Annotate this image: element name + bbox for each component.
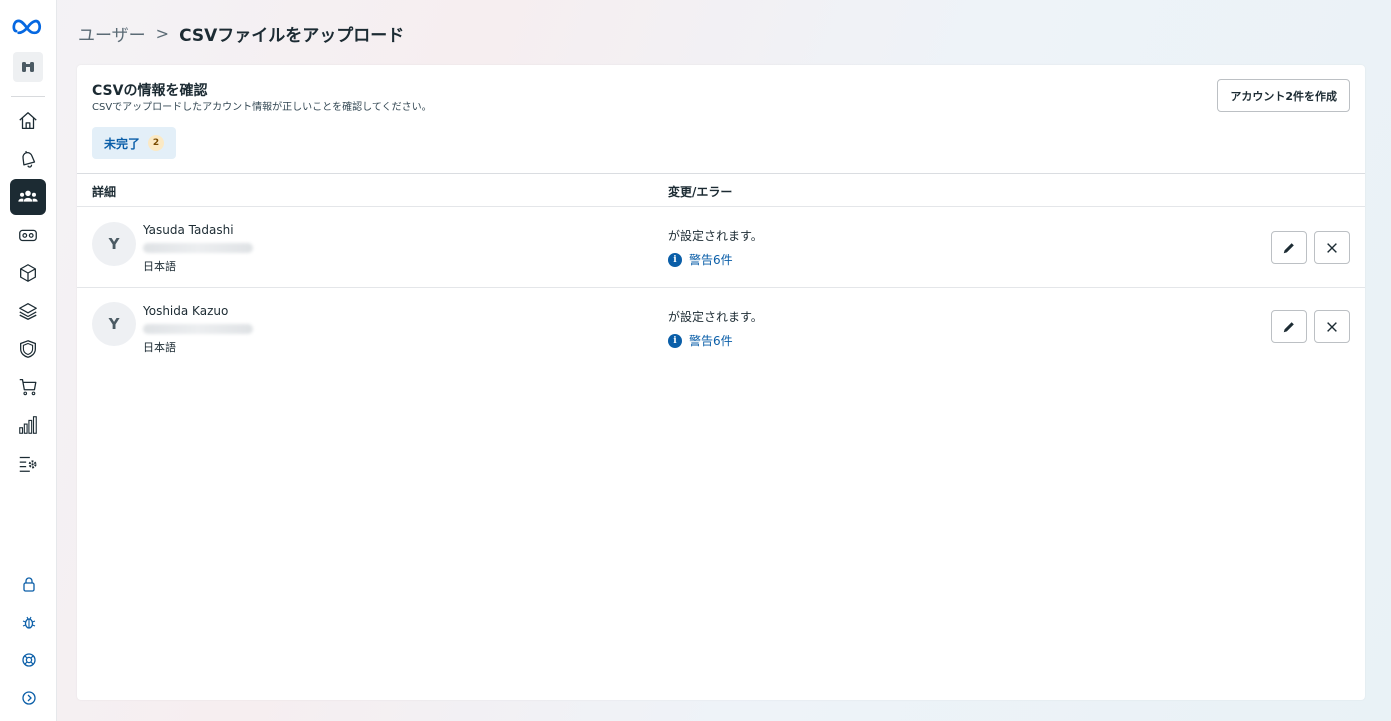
info-icon: i (668, 252, 682, 267)
nav-users[interactable] (10, 179, 46, 215)
create-accounts-button[interactable]: アカウント2件を作成 (1217, 79, 1350, 112)
expand-chevron-icon (21, 691, 36, 705)
pencil-icon (1283, 242, 1294, 253)
filter-label: 未完了 (104, 136, 141, 151)
nav-help[interactable] (14, 645, 44, 675)
close-icon (1327, 242, 1337, 253)
pencil-icon (1283, 321, 1294, 332)
nav-reports[interactable] (10, 407, 46, 443)
breadcrumb-users-link[interactable]: ユーザー (78, 21, 146, 46)
card-title: CSVの情報を確認 (92, 83, 208, 99)
cube-icon (20, 264, 36, 282)
remove-button[interactable] (1314, 310, 1350, 343)
nav-report-bug[interactable] (14, 607, 44, 637)
column-header-detail: 詳細 (92, 185, 117, 199)
csv-review-card: CSVの情報を確認 CSVでアップロードしたアカウント情報が正しいことを確認して… (77, 65, 1365, 700)
card-subtitle: CSVでアップロードしたアカウント情報が正しいことを確認してください。 (92, 102, 432, 113)
breadcrumb: ユーザー > CSVファイルをアップロード (78, 20, 404, 46)
binoculars-icon (22, 62, 34, 72)
sidebar-bottom (0, 561, 57, 713)
shield-icon (20, 340, 36, 358)
user-language: 日本語 (143, 260, 176, 273)
nav-home[interactable] (10, 103, 46, 139)
table-row: Y Yoshida Kazuo •••••••••••• 日本語 が設定されます… (77, 288, 1365, 369)
user-email-redacted: •••••••••••• (143, 243, 253, 253)
page-title: CSVファイルをアップロード (179, 25, 405, 46)
change-description: が設定されます。 (668, 229, 763, 243)
home-icon (19, 112, 37, 129)
user-email-redacted: •••••••••••• (143, 324, 253, 334)
table-row: Y Yasuda Tadashi •••••••••••• 日本語 が設定されま… (77, 207, 1365, 288)
help-lifebuoy-icon (21, 653, 36, 667)
vr-headset-icon (19, 229, 37, 242)
avatar: Y (92, 222, 136, 266)
warnings-link[interactable]: i 警告6件 (668, 332, 733, 349)
filter-count-badge: 2 (148, 135, 165, 151)
bar-chart-icon (19, 416, 37, 434)
warnings-label: 警告6件 (689, 253, 733, 267)
nav-apps[interactable] (10, 255, 46, 291)
nav-groups[interactable] (10, 293, 46, 329)
nav-store[interactable] (10, 369, 46, 405)
user-name: Yoshida Kazuo (143, 304, 229, 318)
nav-security[interactable] (10, 331, 46, 367)
bug-icon (22, 616, 35, 629)
remove-button[interactable] (1314, 231, 1350, 264)
warnings-label: 警告6件 (689, 334, 733, 348)
column-header-change: 変更/エラー (668, 185, 733, 199)
cart-icon (19, 379, 37, 396)
bell-icon (22, 150, 36, 168)
nav-privacy[interactable] (14, 569, 44, 599)
layers-icon (19, 303, 37, 320)
nav-devices[interactable] (10, 217, 46, 253)
user-language: 日本語 (143, 341, 176, 354)
user-name: Yasuda Tadashi (143, 223, 234, 237)
table-header: 詳細 変更/エラー (77, 173, 1365, 207)
nav-settings[interactable] (10, 445, 46, 481)
sidebar (0, 0, 57, 721)
breadcrumb-chevron-icon: > (155, 23, 170, 43)
edit-button[interactable] (1271, 310, 1307, 343)
close-icon (1327, 321, 1337, 332)
edit-button[interactable] (1271, 231, 1307, 264)
meta-logo-icon[interactable] (11, 14, 45, 38)
change-description: が設定されます。 (668, 310, 763, 324)
sidebar-divider (11, 96, 45, 97)
info-icon: i (668, 333, 682, 348)
avatar: Y (92, 302, 136, 346)
list-settings-icon (19, 456, 37, 472)
users-icon (18, 190, 38, 202)
lock-icon (22, 577, 35, 592)
org-switcher-button[interactable] (13, 52, 43, 82)
filter-incomplete-tab[interactable]: 未完了 2 (92, 127, 177, 159)
nav-expand[interactable] (14, 683, 44, 713)
warnings-link[interactable]: i 警告6件 (668, 251, 733, 268)
nav-notifications[interactable] (10, 141, 46, 177)
